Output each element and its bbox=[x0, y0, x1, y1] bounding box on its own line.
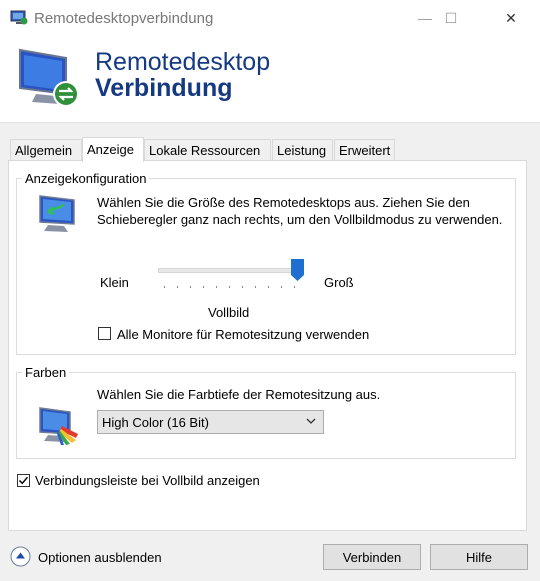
remote-desktop-monitor-icon bbox=[19, 48, 79, 107]
slider-tick bbox=[268, 286, 269, 288]
maximize-button[interactable]: ☐ bbox=[428, 0, 474, 36]
slider-tick bbox=[164, 286, 165, 288]
tab-lokale-ressourcen[interactable]: Lokale Ressourcen bbox=[144, 139, 271, 160]
tab-allgemein[interactable]: Allgemein bbox=[10, 139, 82, 160]
slider-tick bbox=[190, 286, 191, 288]
all-monitors-checkbox[interactable] bbox=[98, 327, 111, 340]
banner-title-line2: Verbindung bbox=[95, 74, 233, 102]
banner-title-line1: Remotedesktop bbox=[95, 48, 271, 76]
hide-options-link[interactable]: Optionen ausblenden bbox=[38, 550, 162, 565]
slider-tick bbox=[294, 286, 295, 288]
display-config-description: Wählen Sie die Größe des Remotedesktops … bbox=[97, 195, 503, 227]
color-depth-select[interactable]: High Color (16 Bit) bbox=[97, 410, 324, 434]
slider-tick bbox=[203, 286, 204, 288]
connect-button[interactable]: Verbinden bbox=[323, 544, 421, 570]
color-palette-monitor-icon bbox=[39, 407, 78, 445]
slider-min-label: Klein bbox=[100, 275, 129, 290]
colors-description: Wählen Sie die Farbtiefe der Remotesitzu… bbox=[97, 387, 381, 402]
tab-anzeige[interactable]: Anzeige bbox=[82, 137, 144, 162]
slider-tick bbox=[177, 286, 178, 288]
help-button[interactable]: Hilfe bbox=[430, 544, 528, 570]
slider-tick bbox=[242, 286, 243, 288]
chevron-down-icon bbox=[306, 418, 316, 424]
resolution-slider-track[interactable] bbox=[158, 268, 302, 273]
slider-max-label: Groß bbox=[324, 275, 354, 290]
resolution-slider-thumb[interactable] bbox=[291, 259, 304, 281]
close-button[interactable]: ✕ bbox=[488, 0, 534, 36]
checkmark-icon bbox=[18, 476, 29, 485]
all-monitors-label[interactable]: Alle Monitore für Remotesitzung verwende… bbox=[117, 327, 369, 342]
remote-desktop-app-icon bbox=[10, 10, 28, 25]
colors-group-label: Farben bbox=[22, 365, 70, 380]
collapse-options-icon[interactable] bbox=[10, 546, 31, 567]
display-monitor-icon bbox=[39, 195, 75, 232]
tab-erweitert[interactable]: Erweitert bbox=[334, 139, 395, 160]
slider-tick bbox=[229, 286, 230, 288]
color-depth-selected-value: High Color (16 Bit) bbox=[102, 414, 209, 430]
slider-value-label: Vollbild bbox=[208, 305, 250, 320]
slider-tick bbox=[255, 286, 256, 288]
window-title: Remotedesktopverbindung bbox=[34, 10, 214, 27]
connection-bar-checkbox[interactable] bbox=[17, 474, 30, 487]
connection-bar-label[interactable]: Verbindungsleiste bei Vollbild anzeigen bbox=[35, 473, 260, 488]
slider-tick bbox=[281, 286, 282, 288]
display-config-group-label: Anzeigekonfiguration bbox=[22, 171, 150, 186]
tab-leistung[interactable]: Leistung bbox=[272, 139, 333, 160]
slider-tick bbox=[216, 286, 217, 288]
